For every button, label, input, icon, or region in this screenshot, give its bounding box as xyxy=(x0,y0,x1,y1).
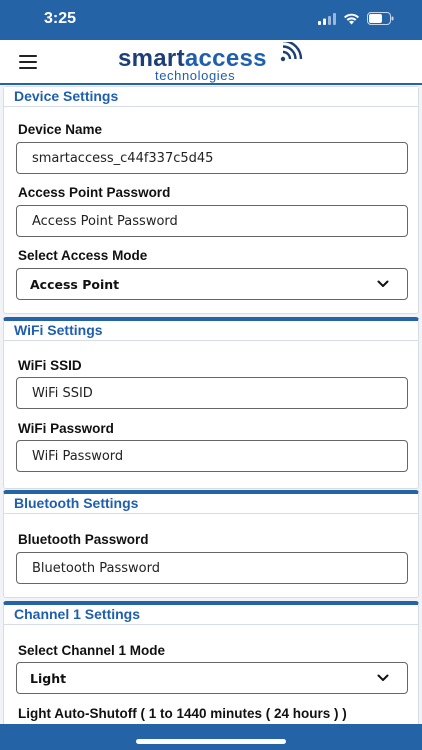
ap-password-input[interactable]: Access Point Password xyxy=(16,205,408,237)
wifi-icon xyxy=(344,13,359,24)
channel1-mode-select[interactable]: Light xyxy=(16,662,408,694)
bottom-bar xyxy=(0,724,422,750)
hamburger-menu-icon[interactable] xyxy=(19,55,37,69)
status-time: 3:25 xyxy=(44,10,77,27)
section-title: WiFi Settings xyxy=(4,321,418,341)
home-indicator[interactable] xyxy=(136,739,286,744)
smartaccess-logo: smartaccess technologies xyxy=(118,42,308,83)
app-header: smartaccess technologies xyxy=(0,40,422,85)
wifi-password-input[interactable]: WiFi Password xyxy=(16,440,408,472)
section-title: Bluetooth Settings xyxy=(4,494,418,514)
access-mode-select[interactable]: Access Point xyxy=(16,268,408,300)
battery-icon xyxy=(367,12,394,25)
section-title: Device Settings xyxy=(4,87,418,107)
chevron-down-icon xyxy=(377,280,389,287)
status-icons xyxy=(318,12,394,25)
auto-shutoff-label: Light Auto-Shutoff ( 1 to 1440 minutes (… xyxy=(18,706,347,721)
bluetooth-password-input[interactable]: Bluetooth Password xyxy=(16,552,408,584)
device-settings-section: Device Settings Device Name smartaccess_… xyxy=(3,86,419,314)
wifi-settings-section: WiFi Settings WiFi SSID WiFi SSID WiFi P… xyxy=(3,317,419,489)
device-name-label: Device Name xyxy=(18,122,103,137)
ap-password-label: Access Point Password xyxy=(18,185,171,200)
bluetooth-settings-section: Bluetooth Settings Bluetooth Password Bl… xyxy=(3,490,419,598)
status-bar: 3:25 xyxy=(0,0,422,40)
access-mode-label: Select Access Mode xyxy=(18,248,148,263)
channel1-mode-value: Light xyxy=(30,670,67,686)
channel1-settings-section: Channel 1 Settings Select Channel 1 Mode… xyxy=(3,601,419,741)
wireless-waves-icon xyxy=(280,42,303,62)
wifi-ssid-label: WiFi SSID xyxy=(18,358,82,373)
channel1-mode-label: Select Channel 1 Mode xyxy=(18,643,166,658)
device-name-input[interactable]: smartaccess_c44f337c5d45 xyxy=(16,142,408,174)
logo-sub-text: technologies xyxy=(155,68,236,83)
bluetooth-password-label: Bluetooth Password xyxy=(18,532,149,547)
chevron-down-icon xyxy=(377,674,389,681)
signal-icon xyxy=(318,12,336,25)
wifi-password-label: WiFi Password xyxy=(18,421,114,436)
wifi-ssid-input[interactable]: WiFi SSID xyxy=(16,377,408,409)
access-mode-value: Access Point xyxy=(30,276,120,292)
section-title: Channel 1 Settings xyxy=(4,605,418,625)
